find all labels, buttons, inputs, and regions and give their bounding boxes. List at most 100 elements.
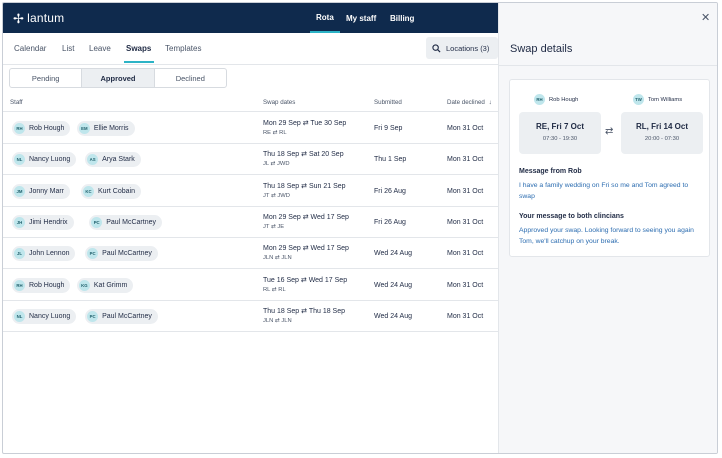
staff-chip[interactable]: NL Nancy Luong <box>12 152 77 168</box>
declined-date: Mon 31 Oct <box>447 250 484 258</box>
avatar: NL <box>14 154 25 166</box>
sort-arrow-down-icon: ↓ <box>488 99 492 106</box>
segment-declined[interactable]: Declined <box>155 69 226 87</box>
submitted-date: Fri 9 Sep <box>374 125 403 132</box>
to-shift-hours: 20:00 - 07:30 <box>644 136 680 142</box>
from-shift-hours: 07:30 - 19:30 <box>542 136 578 142</box>
swap-dates: Thu 18 Sep ⇄ Sat 20 Sep JL ⇄ JWD <box>263 150 344 167</box>
swap-details-card: RH Rob Hough TW Tom Williams RE, Fri 7 O… <box>509 79 710 257</box>
tab-swaps[interactable]: Swaps <box>126 44 151 53</box>
staff-name: Kurt Cobain <box>98 187 135 195</box>
topnav-my-staff[interactable]: My staff <box>346 3 376 33</box>
search-icon <box>432 43 441 53</box>
staff-chip[interactable]: JM Jonny Marr <box>12 183 71 199</box>
avatar: EM <box>78 123 90 134</box>
staff-name: Rob Hough <box>29 125 65 132</box>
header-submitted: Submitted <box>374 99 402 106</box>
locations-button-label: Locations (3) <box>446 43 490 53</box>
swap-dates-text: Mon 29 Sep ⇄ Tue 30 Sep <box>263 120 347 127</box>
staff-chip[interactable]: KG Kat Grimm <box>76 277 134 293</box>
active-tab-indicator <box>124 61 154 63</box>
staff-name: Jimi Hendrix <box>29 218 68 226</box>
avatar: JH <box>14 216 25 228</box>
topnav-rota[interactable]: Rota <box>310 3 340 33</box>
from-shift-card: RE, Fri 7 Oct 07:30 - 19:30 <box>519 112 601 154</box>
avatar: RH <box>14 279 25 291</box>
sub-navigation: Calendar List Leave Swaps Templates Loca… <box>3 33 498 65</box>
table-row[interactable]: NL Nancy Luong AS Arya Stark Thu 18 Sep ⇄ Sa… <box>3 144 498 176</box>
brand-name: lantum <box>27 11 65 25</box>
to-clinician: TW Tom Williams <box>633 94 682 105</box>
segment-approved[interactable]: Approved <box>82 69 155 87</box>
swap-dates: Mon 29 Sep ⇄ Wed 17 Sep JT ⇄ JE <box>263 213 349 230</box>
staff-name: Paul McCartney <box>102 250 152 258</box>
swap-dates-text: Thu 18 Sep ⇄ Sat 20 Sep <box>263 151 344 159</box>
staff-chip[interactable]: NL Nancy Luong <box>12 308 77 324</box>
declined-date: Mon 31 Oct <box>447 187 484 195</box>
table-row[interactable]: RH Rob Hough KG Kat Grimm Tue 16 Sep ⇄ Wed 1… <box>3 270 498 301</box>
tab-calendar[interactable]: Calendar <box>14 44 46 53</box>
lantum-star-icon: ✢ <box>13 10 25 26</box>
declined-date: Mon 31 Oct <box>447 281 484 289</box>
staff-chip[interactable]: KC Kurt Cobain <box>81 183 141 199</box>
staff-chip[interactable]: JH Jimi Hendrix <box>12 214 74 230</box>
topnav-billing[interactable]: Billing <box>390 3 414 33</box>
brand-logo[interactable]: ✢ lantum <box>13 11 64 25</box>
avatar: NL <box>14 310 25 322</box>
staff-chip[interactable]: EM Ellie Morris <box>76 121 135 136</box>
tab-list[interactable]: List <box>62 44 74 53</box>
staff-name: John Lennon <box>29 250 70 258</box>
submitted-date: Fri 26 Aug <box>374 187 406 195</box>
header-date-declined[interactable]: Date declined ↓ <box>447 99 492 106</box>
status-filter: Pending Approved Declined <box>9 68 227 88</box>
message-from-body: I have a family wedding on Fri so me and… <box>519 182 689 200</box>
tab-templates[interactable]: Templates <box>165 44 201 53</box>
staff-chip[interactable]: AS Arya Stark <box>85 152 141 168</box>
table-row[interactable]: JM Jonny Marr KC Kurt Cobain Thu 18 Sep ⇄ Su… <box>3 176 498 207</box>
staff-chip[interactable]: PC Paul McCartney <box>85 246 158 262</box>
avatar: PC <box>91 216 103 228</box>
declined-date: Mon 31 Oct <box>447 312 484 320</box>
staff-chip[interactable]: JL John Lennon <box>12 246 76 262</box>
avatar: JL <box>14 248 25 260</box>
staff-name: Paul McCartney <box>106 218 156 226</box>
staff-chip[interactable]: PC Paul McCartney <box>85 308 158 324</box>
staff-name: Jonny Marr <box>29 187 65 195</box>
staff-chip[interactable]: PC Paul McCartney <box>89 214 162 230</box>
swap-shift-codes: RL ⇄ RL <box>263 286 286 293</box>
segment-pending[interactable]: Pending <box>10 69 83 87</box>
header-staff: Staff <box>10 99 23 106</box>
swap-dates-text: Tue 16 Sep ⇄ Wed 17 Sep <box>263 276 348 284</box>
swap-shift-codes: JT ⇄ JE <box>263 223 285 230</box>
tab-leave[interactable]: Leave <box>89 44 111 53</box>
header-date-declined-label: Date declined <box>447 99 485 106</box>
table-row[interactable]: JH Jimi Hendrix PC Paul McCartney Mon 29 Sep… <box>3 207 498 238</box>
swap-dates-text: Mon 29 Sep ⇄ Wed 17 Sep <box>263 245 349 253</box>
swap-dates: Mon 29 Sep ⇄ Wed 17 Sep JLN ⇄ JLN <box>263 244 349 261</box>
staff-name: Ellie Morris <box>93 125 129 132</box>
table-row[interactable]: JL John Lennon PC Paul McCartney Mon 29 Sep … <box>3 238 498 270</box>
staff-chip[interactable]: RH Rob Hough <box>12 121 71 136</box>
locations-button[interactable]: Locations (3) <box>426 37 498 59</box>
message-to-body: Approved your swap. Looking forward to s… <box>519 227 694 245</box>
table-row[interactable]: RH Rob Hough EM Ellie Morris Mon 29 Sep ⇄ Tu… <box>3 113 498 144</box>
submitted-date: Wed 24 Aug <box>374 281 413 289</box>
topnav-rota-label: Rota <box>310 3 340 33</box>
staff-name: Nancy Luong <box>29 312 71 320</box>
from-clinician: RH Rob Hough <box>534 94 578 105</box>
submitted-date: Thu 1 Sep <box>374 156 407 164</box>
avatar: KC <box>83 185 94 197</box>
submitted-date: Wed 24 Aug <box>374 250 413 258</box>
swap-dates: Mon 29 Sep ⇄ Tue 30 Sep RE ⇄ RL <box>263 119 346 136</box>
table-row[interactable]: NL Nancy Luong PC Paul McCartney Thu 18 Sep … <box>3 301 498 332</box>
swap-dates-text: Thu 18 Sep ⇄ Sun 21 Sep <box>263 182 346 190</box>
avatar: RH <box>534 94 545 105</box>
panel-divider <box>499 65 717 66</box>
staff-chip[interactable]: RH Rob Hough <box>12 277 71 293</box>
close-icon[interactable]: ✕ <box>701 11 710 24</box>
avatar: RH <box>14 123 25 134</box>
staff-name: Arya Stark <box>102 156 135 164</box>
avatar: PC <box>87 310 99 322</box>
from-shift-title: RE, Fri 7 Oct <box>535 122 584 131</box>
submitted-date: Fri 26 Aug <box>374 218 406 226</box>
